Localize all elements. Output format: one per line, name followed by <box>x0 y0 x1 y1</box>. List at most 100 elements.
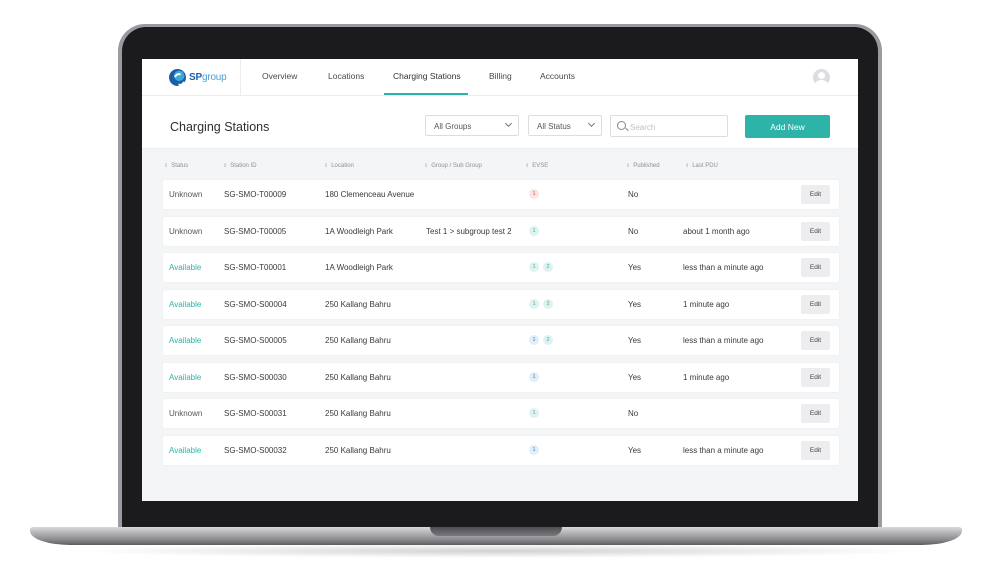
col-station-id[interactable]: Station ID <box>223 163 256 169</box>
col-published[interactable]: Published <box>626 163 659 169</box>
edit-button[interactable]: Edit <box>801 368 830 387</box>
table-row[interactable]: Unknown SG-SMO-S00031 250 Kallang Bahru 1 No… <box>163 399 839 428</box>
published-text: Yes <box>628 446 642 455</box>
status-text: Available <box>169 263 202 272</box>
evse-badge[interactable]: 1 <box>529 335 539 345</box>
evse-badge[interactable]: 2 <box>543 335 553 345</box>
evse-badge[interactable]: 1 <box>529 445 539 455</box>
app-screen: SPgroup Overview Locations Charging Stat… <box>142 59 858 501</box>
edit-button[interactable]: Edit <box>801 222 830 241</box>
table-row[interactable]: Available SG-SMO-S00004 250 Kallang Bahru 1… <box>163 290 839 319</box>
edit-button[interactable]: Edit <box>801 331 830 350</box>
group-text: Test 1 > subgroup test 2 <box>426 227 512 236</box>
published-text: Yes <box>628 263 642 272</box>
location-text: 180 Clemenceau Avenue <box>325 190 415 199</box>
table-row[interactable]: Available SG-SMO-T00001 1A Woodleigh Park 1… <box>163 253 839 282</box>
station-id: SG-SMO-T00005 <box>224 227 287 236</box>
evse-badges: 1 <box>529 445 539 455</box>
search-icon <box>617 121 626 130</box>
station-id: SG-SMO-T00009 <box>224 190 287 199</box>
evse-badge[interactable]: 1 <box>529 408 539 418</box>
nav-divider <box>240 59 241 95</box>
station-id: SG-SMO-S00032 <box>224 446 287 455</box>
status-filter-value: All Status <box>537 122 571 131</box>
laptop-shadow <box>70 544 930 558</box>
published-text: No <box>628 190 639 199</box>
edit-button[interactable]: Edit <box>801 295 830 314</box>
edit-button[interactable]: Edit <box>801 185 830 204</box>
status-text: Unknown <box>169 227 203 236</box>
user-avatar-icon[interactable] <box>813 69 830 86</box>
evse-badge[interactable]: 1 <box>529 226 539 236</box>
edit-button[interactable]: Edit <box>801 404 830 423</box>
location-text: 250 Kallang Bahru <box>325 373 391 382</box>
station-id: SG-SMO-S00030 <box>224 373 287 382</box>
evse-badges: 1 <box>529 189 539 199</box>
nav-billing[interactable]: Billing <box>489 71 512 81</box>
edit-button[interactable]: Edit <box>801 441 830 460</box>
group-filter-value: All Groups <box>434 122 472 131</box>
last-pdu-text: less than a minute ago <box>683 336 764 345</box>
published-text: Yes <box>628 300 642 309</box>
nav-accounts[interactable]: Accounts <box>540 71 575 81</box>
station-id: SG-SMO-S00004 <box>224 300 287 309</box>
nav-charging-stations[interactable]: Charging Stations <box>393 71 461 81</box>
location-text: 250 Kallang Bahru <box>325 336 391 345</box>
top-nav: SPgroup Overview Locations Charging Stat… <box>142 59 858 96</box>
active-tab-indicator <box>384 93 468 95</box>
chevron-down-icon <box>587 119 596 128</box>
col-location[interactable]: Location <box>324 163 354 169</box>
location-text: 250 Kallang Bahru <box>325 446 391 455</box>
station-id: SG-SMO-S00031 <box>224 409 287 418</box>
table-row[interactable]: Available SG-SMO-S00032 250 Kallang Bahru 1… <box>163 436 839 465</box>
status-text: Unknown <box>169 190 203 199</box>
page-header: Charging Stations All Groups All Status … <box>142 96 858 149</box>
col-status[interactable]: Status <box>164 163 188 169</box>
col-evse[interactable]: EVSE <box>525 163 548 169</box>
evse-badges: 1 <box>529 372 539 382</box>
table-row[interactable]: Unknown SG-SMO-T00009 180 Clemenceau Avenu… <box>163 180 839 209</box>
evse-badge[interactable]: 1 <box>529 189 539 199</box>
brand-logo[interactable]: SPgroup <box>169 68 227 86</box>
evse-badges: 12 <box>529 299 553 309</box>
evse-badge[interactable]: 1 <box>529 262 539 272</box>
published-text: Yes <box>628 336 642 345</box>
evse-badges: 1 <box>529 226 539 236</box>
published-text: No <box>628 409 639 418</box>
status-text: Available <box>169 336 202 345</box>
col-group[interactable]: Group / Sub Group <box>424 163 482 169</box>
group-filter-select[interactable]: All Groups <box>425 115 519 136</box>
last-pdu-text: 1 minute ago <box>683 373 730 382</box>
nav-overview[interactable]: Overview <box>262 71 297 81</box>
table-header: Status Station ID Location Group / Sub G… <box>142 160 858 174</box>
status-text: Available <box>169 373 202 382</box>
status-text: Unknown <box>169 409 203 418</box>
last-pdu-text: less than a minute ago <box>683 263 764 272</box>
station-id: SG-SMO-T00001 <box>224 263 287 272</box>
status-filter-select[interactable]: All Status <box>528 115 602 136</box>
search-input[interactable] <box>628 119 727 135</box>
location-text: 1A Woodleigh Park <box>325 227 393 236</box>
table-row[interactable]: Unknown SG-SMO-T00005 1A Woodleigh Park Tes… <box>163 217 839 246</box>
logo-text: SPgroup <box>189 71 227 83</box>
table-row[interactable]: Available SG-SMO-S00030 250 Kallang Bahru 1… <box>163 363 839 392</box>
nav-locations[interactable]: Locations <box>328 71 364 81</box>
status-text: Available <box>169 300 202 309</box>
location-text: 250 Kallang Bahru <box>325 409 391 418</box>
evse-badge[interactable]: 2 <box>543 299 553 309</box>
evse-badge[interactable]: 1 <box>529 299 539 309</box>
laptop-notch <box>430 527 562 536</box>
col-last-pdu[interactable]: Last PDU <box>685 163 718 169</box>
evse-badge[interactable]: 1 <box>529 372 539 382</box>
last-pdu-text: less than a minute ago <box>683 446 764 455</box>
table-row[interactable]: Available SG-SMO-S00005 250 Kallang Bahru 1… <box>163 326 839 355</box>
last-pdu-text: 1 minute ago <box>683 300 730 309</box>
search-box <box>610 115 728 137</box>
evse-badges: 12 <box>529 262 553 272</box>
add-new-button[interactable]: Add New <box>745 115 830 138</box>
status-text: Available <box>169 446 202 455</box>
station-id: SG-SMO-S00005 <box>224 336 287 345</box>
location-text: 1A Woodleigh Park <box>325 263 393 272</box>
evse-badge[interactable]: 2 <box>543 262 553 272</box>
edit-button[interactable]: Edit <box>801 258 830 277</box>
